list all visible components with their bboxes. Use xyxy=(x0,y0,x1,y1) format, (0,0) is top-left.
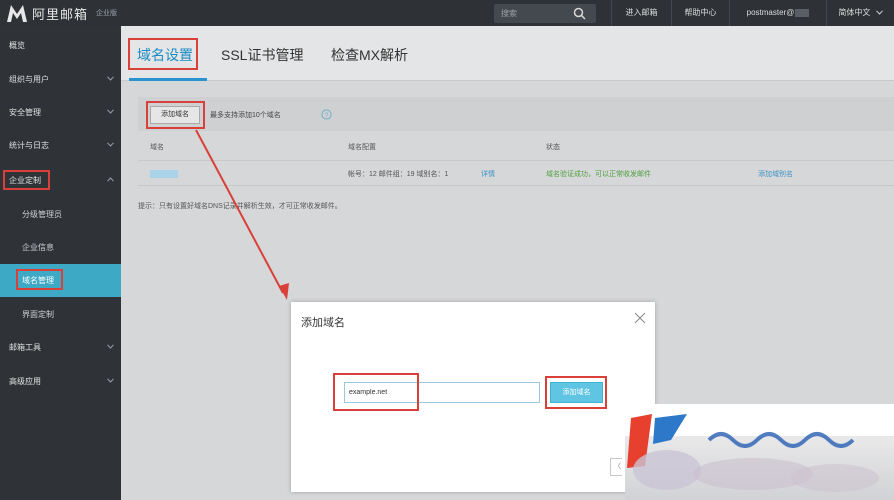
chevron-down-icon xyxy=(107,344,114,349)
help-icon[interactable]: ? xyxy=(321,109,332,120)
add-alias-link[interactable]: 添加域别名 xyxy=(758,169,793,179)
sidebar-item-label: 分级管理员 xyxy=(22,210,62,219)
search-icon[interactable] xyxy=(573,7,586,20)
sidebar-item-label: 概览 xyxy=(9,41,25,50)
annotation-box xyxy=(3,170,50,190)
sidebar-item-label: 高级应用 xyxy=(9,377,41,386)
account-domain-redacted xyxy=(795,8,810,17)
close-icon[interactable] xyxy=(634,312,646,324)
domain-config-summary: 帐号：12 邮件组：19 域别名：1 xyxy=(348,171,449,178)
sidebar-item-security[interactable]: 安全管理 xyxy=(0,96,121,129)
sidebar-item-label: 界面定制 xyxy=(22,310,54,319)
watermark xyxy=(625,404,894,500)
enter-mailbox-link[interactable]: 进入邮箱 xyxy=(611,0,671,26)
chevron-up-icon xyxy=(107,177,114,182)
add-domain-dialog: 添加域名 添加域名 〈 xyxy=(291,302,655,492)
status-text: 域名验证成功，可以正常收发邮件 xyxy=(546,171,651,178)
logo-text: 阿里邮箱 xyxy=(32,6,89,22)
annotation-box xyxy=(545,376,607,409)
tab-bar: 域名设置 SSL证书管理 检查MX解析 xyxy=(121,26,894,81)
top-bar: 阿里邮箱 企业版 搜索 进入邮箱 帮助中心 postmaster@ 简体中文 xyxy=(0,0,894,26)
sidebar: 概览 组织与用户 安全管理 统计与日志 企业定制 分级管理员 企业信息 域名管理… xyxy=(0,26,121,500)
annotation-box xyxy=(333,373,419,411)
search-box[interactable]: 搜索 xyxy=(494,4,596,23)
dns-tip: 提示：只有设置好域名DNS记录并解析生效，才可正常收发邮件。 xyxy=(138,203,342,210)
chevron-down-icon xyxy=(107,109,114,114)
search-placeholder: 搜索 xyxy=(501,9,517,18)
language-label: 简体中文 xyxy=(838,8,871,17)
annotation-box xyxy=(16,269,63,290)
logo-m-icon xyxy=(7,5,27,22)
sidebar-item-admins[interactable]: 分级管理员 xyxy=(0,198,121,231)
sidebar-item-company-info[interactable]: 企业信息 xyxy=(0,231,121,264)
sidebar-item-advanced[interactable]: 高级应用 xyxy=(0,365,121,398)
details-link[interactable]: 详情 xyxy=(481,169,495,179)
table-row: 帐号：12 邮件组：19 域别名：1 详情 域名验证成功，可以正常收发邮件 添加… xyxy=(138,160,894,186)
column-header-status: 状态 xyxy=(546,144,560,151)
sidebar-item-label: 企业信息 xyxy=(22,243,54,252)
sidebar-item-mail-tools[interactable]: 邮箱工具 xyxy=(0,331,121,364)
account-name: postmaster@ xyxy=(746,8,795,17)
domain-name-redacted xyxy=(150,170,178,178)
svg-text:?: ? xyxy=(325,112,329,119)
active-tab-indicator xyxy=(129,78,207,81)
toolbar: 添加域名 最多支持添加10个域名 ? xyxy=(138,97,894,131)
dialog-corner-fragment: 〈 xyxy=(610,458,622,476)
sidebar-item-overview[interactable]: 概览 xyxy=(0,29,121,62)
annotation-box xyxy=(146,101,205,129)
tab-ssl-certificates[interactable]: SSL证书管理 xyxy=(221,45,303,65)
chevron-down-icon xyxy=(107,378,114,383)
watermark-logo-icon xyxy=(627,414,879,492)
sidebar-item-label: 统计与日志 xyxy=(9,141,49,150)
sidebar-item-label: 安全管理 xyxy=(9,108,41,117)
column-header-config: 域名配置 xyxy=(348,144,376,151)
account-menu[interactable]: postmaster@ xyxy=(729,0,826,26)
annotation-box xyxy=(128,38,198,70)
logo-edition: 企业版 xyxy=(96,10,118,17)
sidebar-item-label: 组织与用户 xyxy=(9,75,49,84)
tab-check-mx[interactable]: 检查MX解析 xyxy=(331,45,408,65)
sidebar-item-stats-logs[interactable]: 统计与日志 xyxy=(0,129,121,162)
chevron-down-icon xyxy=(875,10,883,16)
domain-limit-hint: 最多支持添加10个域名 xyxy=(210,112,281,119)
sidebar-item-label: 邮箱工具 xyxy=(9,343,41,352)
column-header-domain: 域名 xyxy=(150,144,164,151)
sidebar-item-org-users[interactable]: 组织与用户 xyxy=(0,63,121,96)
chevron-down-icon xyxy=(107,76,114,81)
chevron-down-icon xyxy=(107,142,114,147)
sidebar-item-ui-customization[interactable]: 界面定制 xyxy=(0,298,121,331)
table-header: 域名 域名配置 状态 xyxy=(138,134,894,158)
logo[interactable]: 阿里邮箱 企业版 xyxy=(6,3,117,23)
help-center-link[interactable]: 帮助中心 xyxy=(671,0,729,26)
dialog-title: 添加域名 xyxy=(301,317,345,329)
language-menu[interactable]: 简体中文 xyxy=(826,0,894,26)
